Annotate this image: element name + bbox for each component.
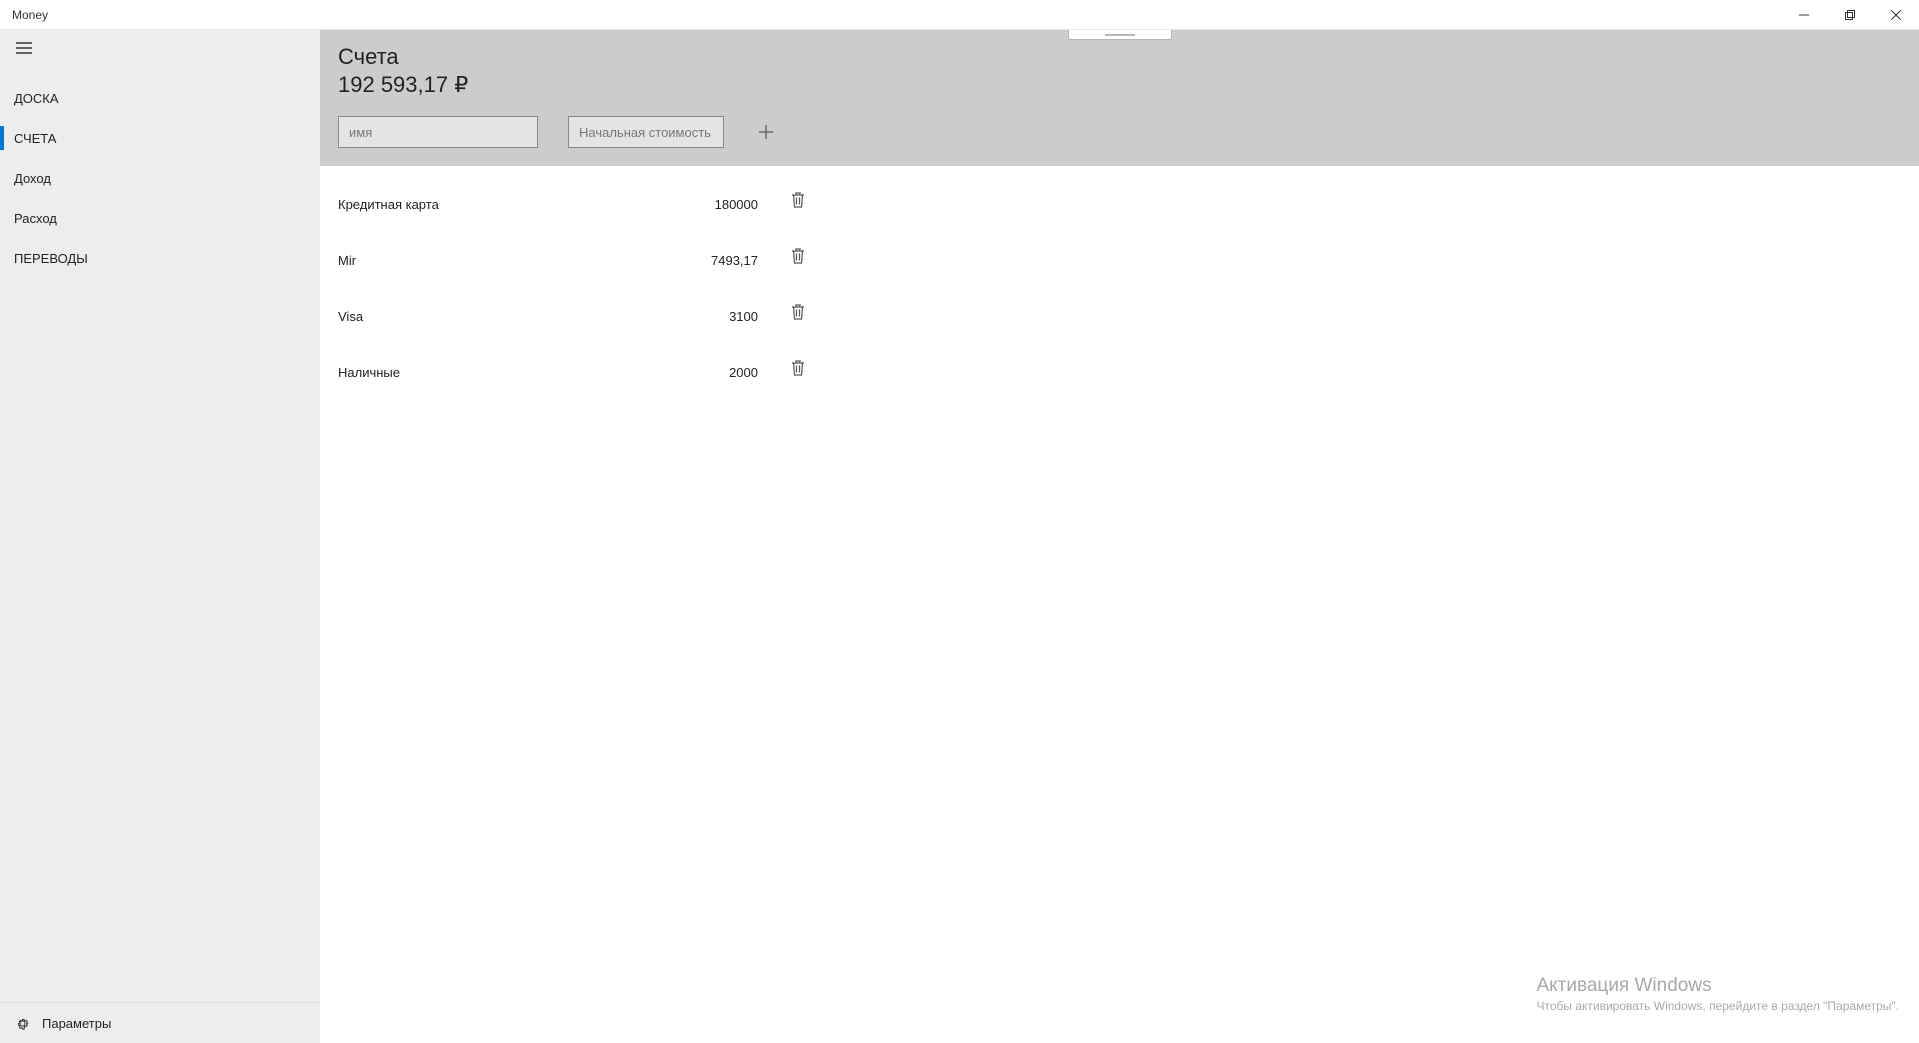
nav-list: ДОСКА СЧЕТА Доход Расход ПЕРЕВОДЫ <box>0 66 320 278</box>
hamburger-button[interactable] <box>0 30 48 66</box>
add-button[interactable] <box>754 120 778 144</box>
window-controls <box>1781 0 1919 29</box>
watermark-title: Активация Windows <box>1536 975 1899 997</box>
minimize-icon <box>1799 10 1809 20</box>
hamburger-icon <box>16 42 32 54</box>
accounts-list: Кредитная карта 180000 Mir 7493,17 Visa … <box>320 166 1919 410</box>
settings-label: Параметры <box>42 1016 111 1031</box>
account-value: 180000 <box>658 197 758 212</box>
trash-icon <box>791 360 805 376</box>
sidebar-item-label: Доход <box>14 171 51 186</box>
page-title: Счета <box>338 44 1901 70</box>
account-name: Visa <box>338 309 658 324</box>
total-sum: 192 593,17 ₽ <box>338 72 1901 98</box>
delete-button[interactable] <box>758 248 838 264</box>
title-bar: Money <box>0 0 1919 30</box>
account-name: Mir <box>338 253 658 268</box>
activation-watermark: Активация Windows Чтобы активировать Win… <box>1536 975 1899 1013</box>
account-value: 2000 <box>658 365 758 380</box>
account-name: Наличные <box>338 365 658 380</box>
maximize-icon <box>1845 10 1855 20</box>
close-button[interactable] <box>1873 0 1919 29</box>
sidebar-item-board[interactable]: ДОСКА <box>0 78 320 118</box>
account-value: 7493,17 <box>658 253 758 268</box>
account-cost-input[interactable] <box>568 116 724 148</box>
content-area: Счета 192 593,17 ₽ Кредитная карта 18000… <box>320 30 1919 1043</box>
trash-icon <box>791 192 805 208</box>
sidebar-item-label: ДОСКА <box>14 91 59 106</box>
sidebar-item-income[interactable]: Доход <box>0 158 320 198</box>
trash-icon <box>791 248 805 264</box>
sidebar-item-transfers[interactable]: ПЕРЕВОДЫ <box>0 238 320 278</box>
minimize-button[interactable] <box>1781 0 1827 29</box>
drag-handle[interactable] <box>1068 30 1172 40</box>
delete-button[interactable] <box>758 360 838 376</box>
sidebar-item-expense[interactable]: Расход <box>0 198 320 238</box>
add-account-row <box>338 116 1901 148</box>
sidebar-item-label: СЧЕТА <box>14 131 56 146</box>
window-title: Money <box>0 8 48 22</box>
account-row: Наличные 2000 <box>338 344 1901 400</box>
account-name-input[interactable] <box>338 116 538 148</box>
sidebar-item-label: ПЕРЕВОДЫ <box>14 251 88 266</box>
maximize-button[interactable] <box>1827 0 1873 29</box>
account-value: 3100 <box>658 309 758 324</box>
watermark-subtitle: Чтобы активировать Windows, перейдите в … <box>1536 999 1899 1013</box>
sidebar: ДОСКА СЧЕТА Доход Расход ПЕРЕВОДЫ Параме… <box>0 30 320 1043</box>
account-name: Кредитная карта <box>338 197 658 212</box>
account-row: Кредитная карта 180000 <box>338 176 1901 232</box>
sidebar-bottom: Параметры <box>0 1002 320 1043</box>
plus-icon <box>759 125 773 139</box>
trash-icon <box>791 304 805 320</box>
delete-button[interactable] <box>758 192 838 208</box>
account-row: Visa 3100 <box>338 288 1901 344</box>
delete-button[interactable] <box>758 304 838 320</box>
close-icon <box>1891 10 1901 20</box>
sidebar-item-accounts[interactable]: СЧЕТА <box>0 118 320 158</box>
sidebar-item-settings[interactable]: Параметры <box>0 1003 320 1043</box>
sidebar-item-label: Расход <box>14 211 57 226</box>
content-header: Счета 192 593,17 ₽ <box>320 30 1919 166</box>
account-row: Mir 7493,17 <box>338 232 1901 288</box>
gear-icon <box>14 1015 30 1031</box>
